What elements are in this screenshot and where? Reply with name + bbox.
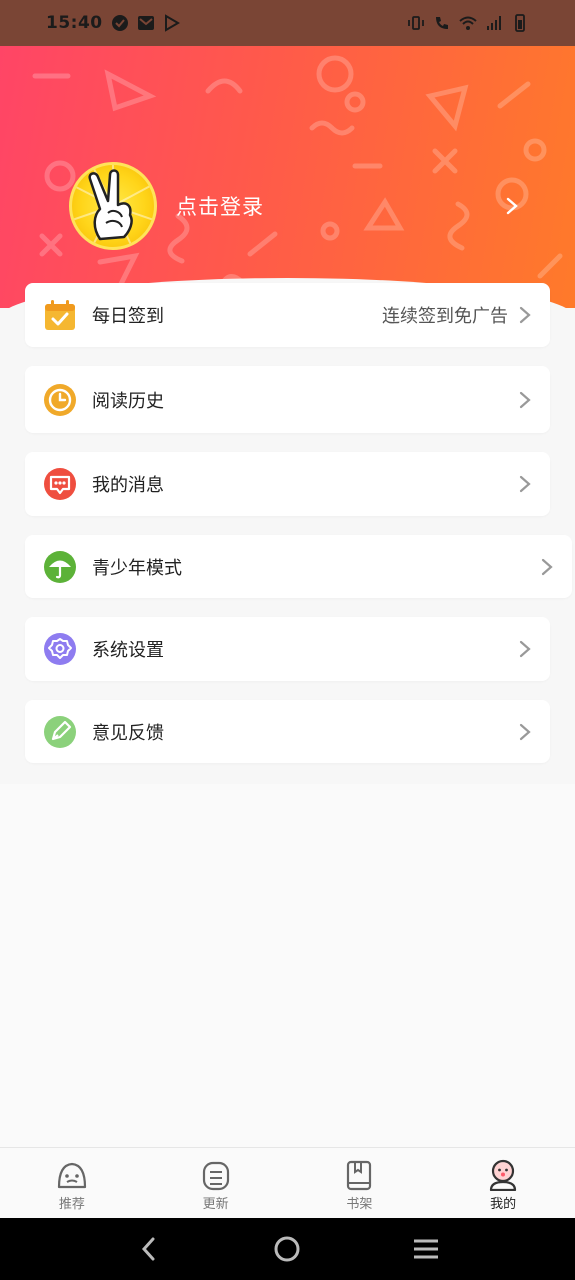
profile-header: 点击登录 (0, 46, 575, 308)
menu-label: 每日签到 (92, 306, 164, 327)
umbrella-icon (43, 550, 77, 584)
chevron-right-icon (519, 723, 531, 740)
battery-icon (511, 14, 529, 32)
check-circle-icon (111, 14, 129, 32)
menu-label: 阅读历史 (92, 390, 164, 412)
tab-update[interactable]: 更新 (144, 1148, 288, 1218)
menu-subtext: 连续签到免广告 (382, 306, 508, 327)
home-icon[interactable] (267, 1229, 307, 1269)
signal-icon (485, 14, 503, 32)
chevron-right-icon (519, 391, 531, 408)
chevron-right-icon[interactable] (503, 196, 521, 216)
chevron-right-icon (541, 558, 553, 575)
tab-profile[interactable]: 我的 (431, 1148, 575, 1218)
avatar[interactable] (69, 162, 157, 250)
system-nav-bar (0, 1218, 575, 1280)
tab-label: 推荐 (58, 1197, 85, 1212)
tab-label: 书架 (346, 1197, 373, 1212)
chevron-right-icon (519, 640, 531, 658)
wifi-icon (459, 14, 477, 32)
feedback-icon (43, 715, 77, 749)
peace-hand-icon (72, 165, 154, 247)
empty-content-area (0, 784, 575, 1147)
menu-item-teen-mode[interactable]: 青少年模式 (25, 535, 572, 598)
status-bar: 15:40 (0, 0, 575, 46)
gear-icon (43, 632, 77, 666)
update-icon (202, 1161, 229, 1191)
calendar-check-icon (43, 298, 77, 332)
chevron-right-icon (519, 475, 531, 493)
menu-label: 我的消息 (92, 475, 164, 496)
message-icon (43, 467, 77, 501)
tab-label: 更新 (202, 1197, 229, 1212)
profile-icon (490, 1159, 517, 1191)
menu-label: 意见反馈 (92, 722, 164, 744)
menu-item-system-settings[interactable]: 系统设置 (25, 617, 550, 681)
status-time: 15:40 (46, 13, 103, 33)
bottom-tab-bar: 推荐 更新 书架 我的 (0, 1147, 575, 1218)
menu-label: 青少年模式 (92, 557, 182, 579)
menu-item-reading-history[interactable]: 阅读历史 (25, 366, 550, 433)
back-icon[interactable] (129, 1229, 169, 1269)
chevron-right-icon (519, 306, 531, 324)
tab-bookshelf[interactable]: 书架 (288, 1148, 432, 1218)
tab-label: 我的 (490, 1197, 517, 1212)
menu-item-daily-checkin[interactable]: 每日签到 连续签到免广告 (25, 283, 550, 347)
menu-label: 系统设置 (92, 640, 164, 661)
play-store-icon (163, 14, 181, 32)
vibrate-icon (407, 14, 425, 32)
clock-icon (43, 383, 77, 417)
mail-icon (137, 14, 155, 32)
menu-item-feedback[interactable]: 意见反馈 (25, 700, 550, 763)
wifi-call-icon (433, 14, 451, 32)
status-right (407, 14, 529, 32)
recommend-icon (57, 1162, 86, 1189)
tab-recommend[interactable]: 推荐 (0, 1148, 144, 1218)
menu-item-my-messages[interactable]: 我的消息 (25, 452, 550, 516)
status-left: 15:40 (46, 13, 181, 33)
bookshelf-icon (347, 1160, 372, 1191)
recents-icon[interactable] (406, 1229, 446, 1269)
login-text[interactable]: 点击登录 (176, 191, 264, 221)
